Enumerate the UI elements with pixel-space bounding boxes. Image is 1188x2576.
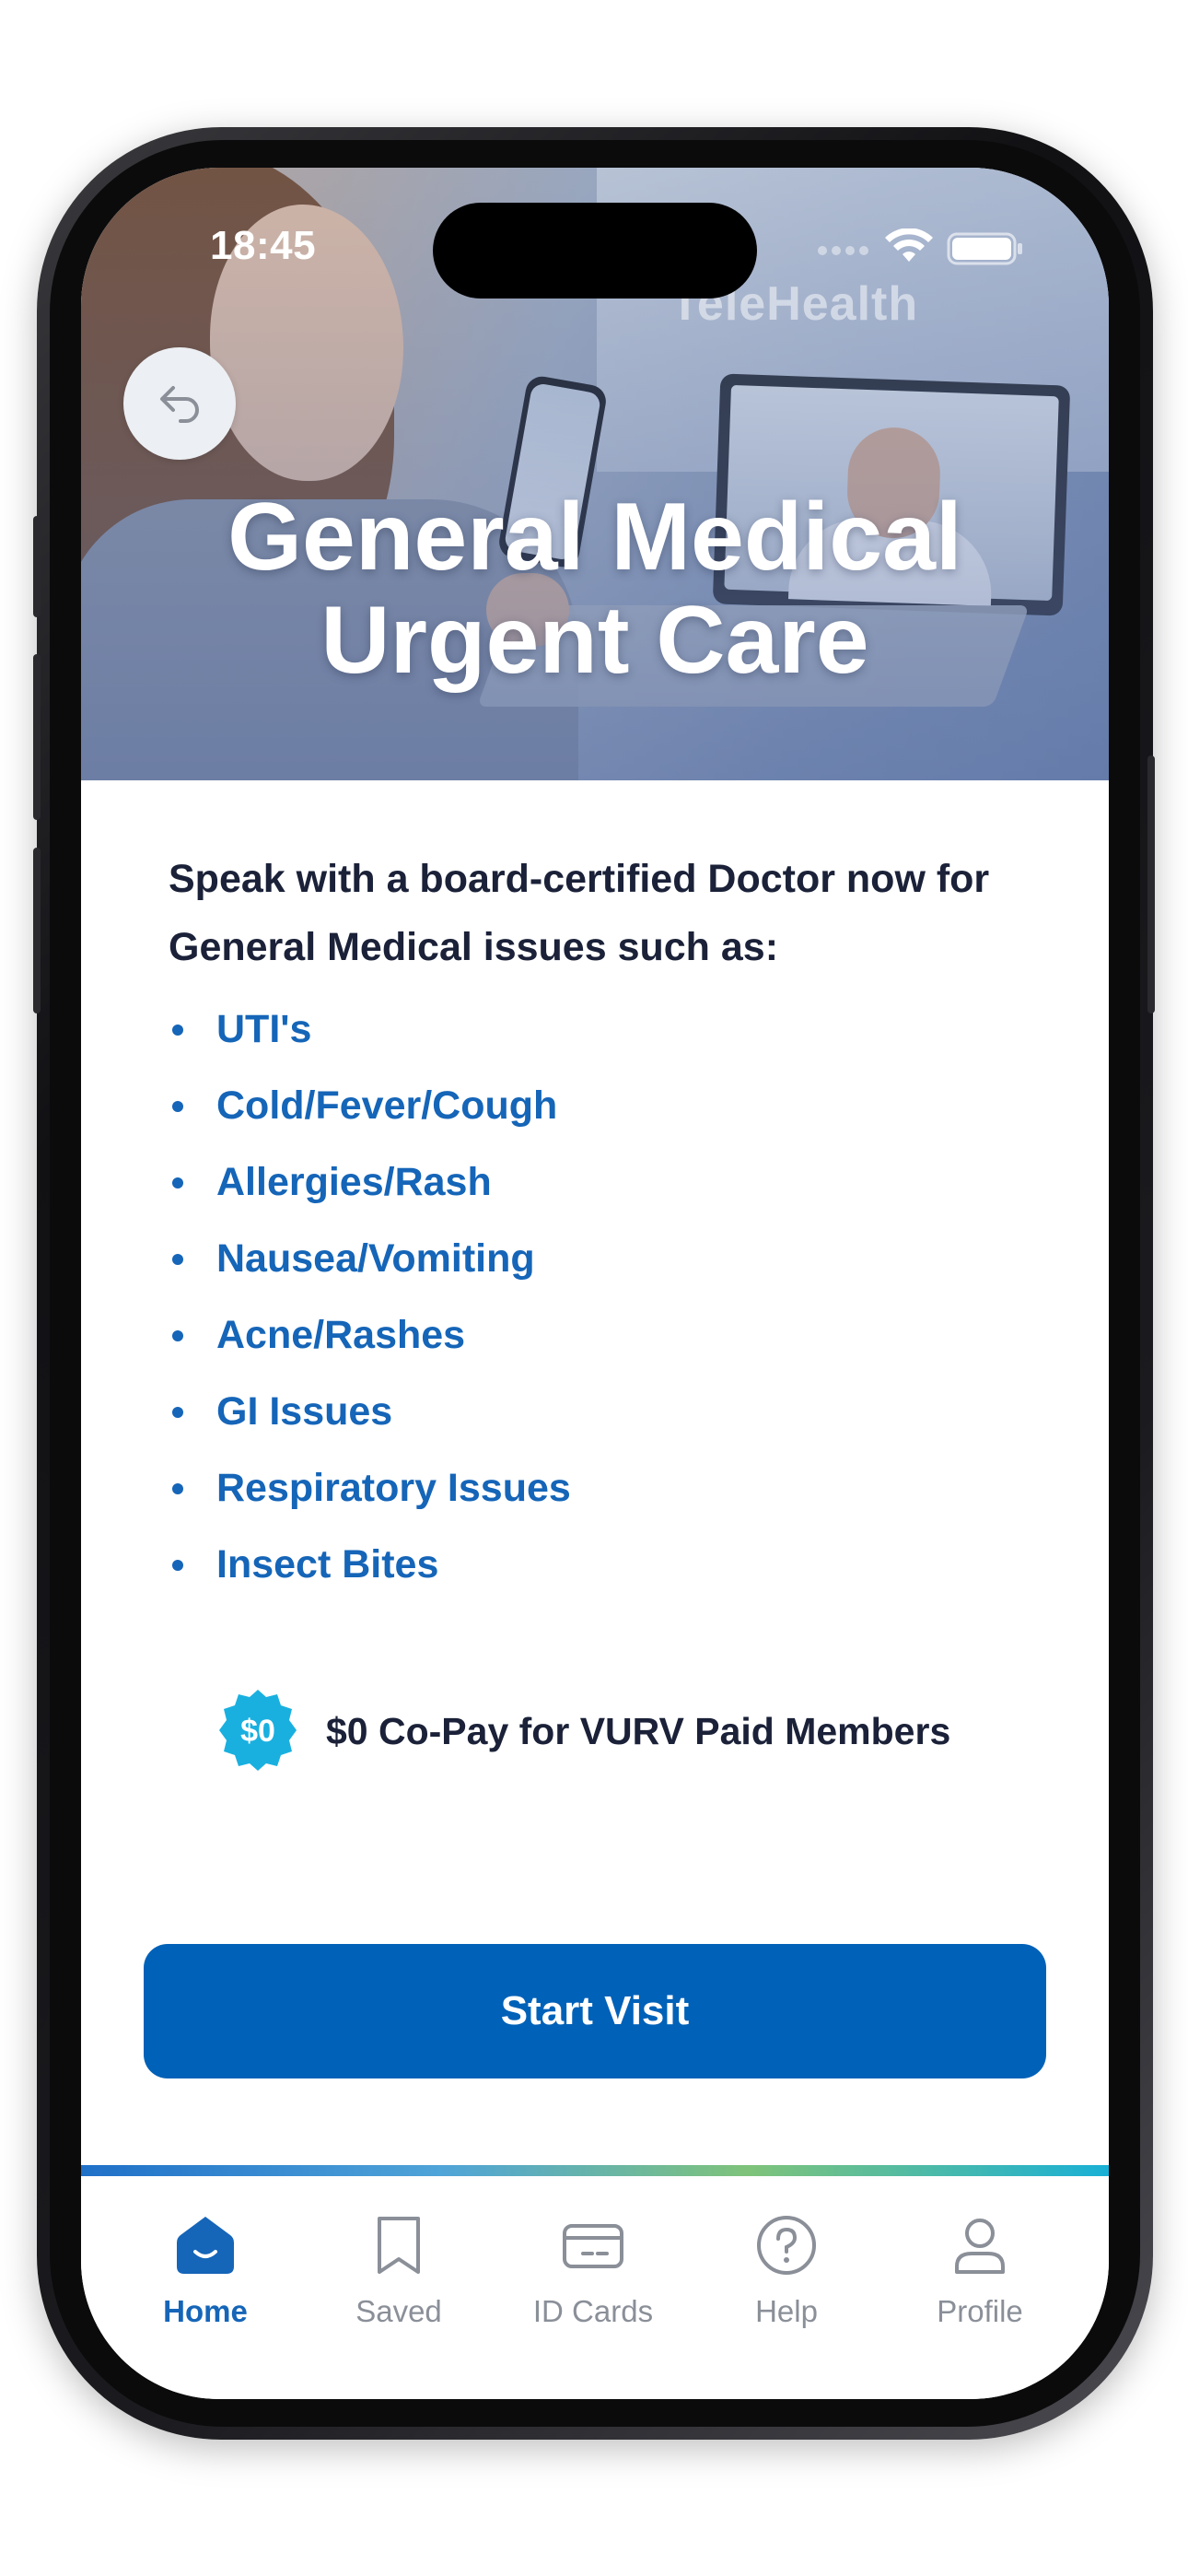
list-item: Acne/Rashes bbox=[169, 1307, 997, 1384]
tabbar-gradient-divider bbox=[81, 2165, 1109, 2176]
condition-label: Acne/Rashes bbox=[216, 1313, 466, 1357]
copay-text: $0 Co-Pay for VURV Paid Members bbox=[326, 1710, 951, 1752]
cellular-signal-icon bbox=[818, 243, 873, 256]
tab-id-cards[interactable]: ID Cards bbox=[510, 2213, 676, 2360]
copay-badge-text: $0 bbox=[240, 1714, 275, 1749]
bookmark-icon bbox=[378, 2217, 420, 2274]
tab-label: Saved bbox=[355, 2294, 442, 2328]
tab-label: Help bbox=[755, 2294, 818, 2328]
condition-label: Allergies/Rash bbox=[216, 1160, 492, 1204]
list-item: Respiratory Issues bbox=[169, 1460, 997, 1537]
id-card-icon bbox=[563, 2224, 623, 2268]
list-item: Allergies/Rash bbox=[169, 1154, 997, 1231]
copay-badge-icon: $0 bbox=[219, 1690, 297, 1771]
hero-banner: TeleHealth 18:45 General Medical Urgent … bbox=[81, 168, 1109, 780]
list-item: Cold/Fever/Cough bbox=[169, 1078, 997, 1154]
wifi-icon bbox=[885, 228, 933, 262]
tab-label: ID Cards bbox=[532, 2294, 654, 2328]
page-title-line-1: General Medical bbox=[227, 484, 962, 591]
profile-icon bbox=[955, 2219, 1005, 2274]
status-bar: 18:45 bbox=[81, 168, 1109, 299]
tab-label: Profile bbox=[937, 2294, 1023, 2328]
bullet-icon bbox=[172, 1101, 183, 1112]
back-arrow-icon bbox=[160, 386, 199, 423]
list-item: Nausea/Vomiting bbox=[169, 1231, 997, 1307]
page-title: General Medical Urgent Care bbox=[81, 486, 1109, 692]
bottom-tab-bar: Home Saved ID Cards Help Profile bbox=[81, 2176, 1109, 2399]
bullet-icon bbox=[172, 1560, 183, 1571]
list-item: UTI's bbox=[169, 1001, 997, 1078]
back-button[interactable] bbox=[123, 347, 236, 460]
status-time: 18:45 bbox=[210, 223, 317, 268]
tab-saved[interactable]: Saved bbox=[316, 2213, 482, 2360]
page-title-line-2: Urgent Care bbox=[320, 587, 869, 694]
tab-profile[interactable]: Profile bbox=[897, 2213, 1063, 2360]
bullet-icon bbox=[172, 1407, 183, 1418]
phone-side-button bbox=[33, 654, 41, 820]
condition-label: UTI's bbox=[216, 1007, 312, 1051]
conditions-list: UTI's Cold/Fever/Cough Allergies/Rash Na… bbox=[169, 1001, 997, 1613]
tab-label: Home bbox=[163, 2294, 248, 2328]
condition-label: GI Issues bbox=[216, 1389, 393, 1434]
condition-label: Nausea/Vomiting bbox=[216, 1236, 535, 1281]
home-icon bbox=[177, 2217, 234, 2274]
bullet-icon bbox=[172, 1254, 183, 1265]
battery-icon bbox=[947, 232, 1022, 265]
tab-help[interactable]: Help bbox=[704, 2213, 869, 2360]
bullet-icon bbox=[172, 1025, 183, 1036]
dynamic-island bbox=[433, 203, 757, 299]
copay-notice: $0 $0 Co-Pay for VURV Paid Members bbox=[215, 1688, 1044, 1780]
list-item: Insect Bites bbox=[169, 1537, 997, 1613]
help-icon bbox=[757, 2216, 816, 2275]
phone-side-button bbox=[1147, 755, 1155, 1013]
app-screen: TeleHealth 18:45 General Medical Urgent … bbox=[81, 168, 1109, 2399]
bullet-icon bbox=[172, 1330, 183, 1341]
tab-home[interactable]: Home bbox=[122, 2213, 288, 2360]
intro-text: Speak with a board-certified Doctor now … bbox=[169, 857, 990, 969]
phone-side-button bbox=[33, 848, 41, 1013]
phone-side-button bbox=[33, 516, 41, 617]
condition-label: Cold/Fever/Cough bbox=[216, 1083, 558, 1128]
bullet-icon bbox=[172, 1177, 183, 1188]
list-item: GI Issues bbox=[169, 1384, 997, 1460]
bullet-icon bbox=[172, 1483, 183, 1494]
start-visit-button[interactable]: Start Visit bbox=[144, 1944, 1046, 2078]
condition-label: Insect Bites bbox=[216, 1542, 439, 1587]
condition-label: Respiratory Issues bbox=[216, 1466, 571, 1510]
